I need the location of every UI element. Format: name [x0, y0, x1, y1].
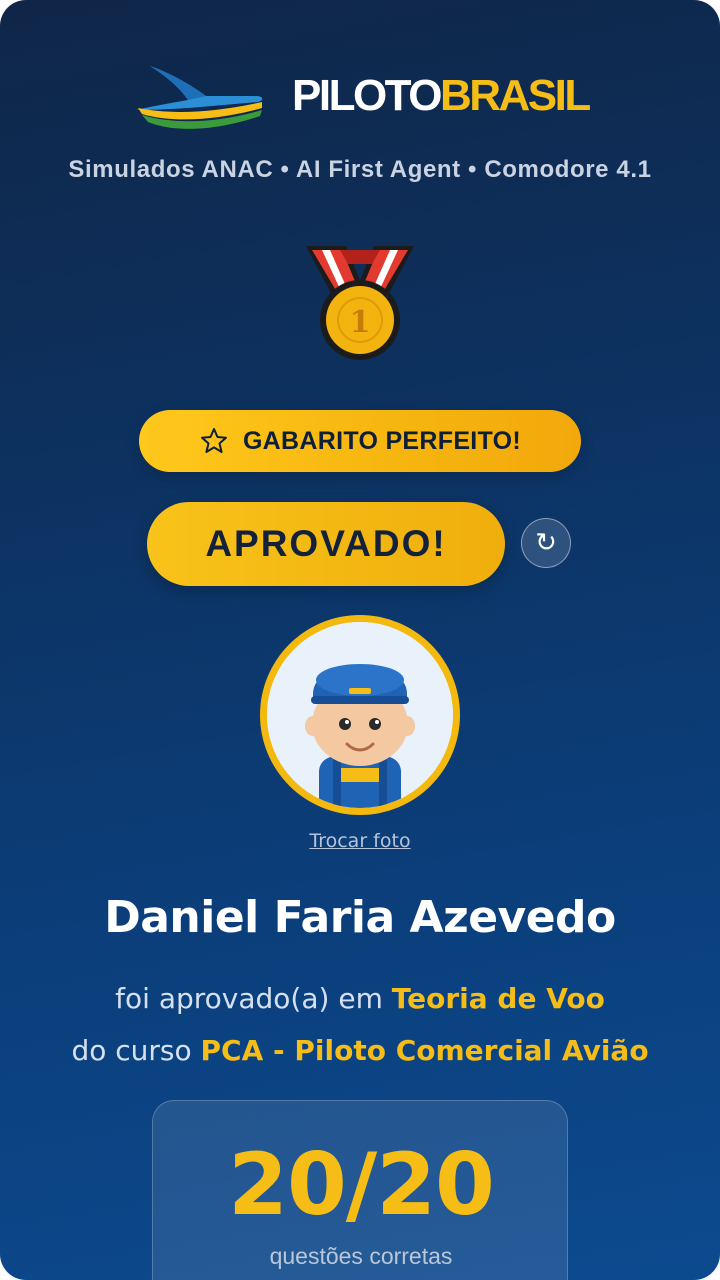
score-panel: 20/20 questões corretas: [152, 1100, 568, 1280]
brand-logo: PILOTOBRASIL: [0, 58, 720, 134]
approval-subject: Teoria de Voo: [391, 982, 605, 1015]
avatar[interactable]: [260, 615, 460, 815]
approval-course-line: do curso PCA - Piloto Comercial Avião: [20, 1032, 700, 1070]
medal-rank: 1: [350, 305, 371, 340]
page-subtitle: Simulados ANAC • AI First Agent • Comodo…: [68, 156, 652, 183]
approval-prefix: foi aprovado(a) em: [115, 982, 383, 1015]
brand-name-part2: BRASIL: [439, 71, 591, 120]
change-photo-link[interactable]: Trocar foto: [260, 830, 460, 852]
plane-logo-icon: [136, 66, 263, 129]
perfect-score-label: GABARITO PERFEITO!: [242, 426, 522, 455]
course-name: PCA - Piloto Comercial Avião: [200, 1034, 649, 1067]
pilot-avatar-icon: [267, 622, 453, 808]
approval-subject-line: foi aprovado(a) em Teoria de Voo: [20, 980, 700, 1018]
first-place-medal-icon: 1: [306, 246, 414, 360]
certificate-card: PILOTOBRASIL Simulados ANAC • AI First A…: [0, 0, 720, 1280]
student-name: Daniel Faria Azevedo: [104, 892, 616, 943]
avatar-image: [267, 622, 453, 808]
refresh-icon[interactable]: ↻: [521, 518, 571, 568]
score-value: 20/20: [228, 1135, 495, 1235]
approved-button[interactable]: APROVADO!: [147, 502, 505, 586]
brand-name-part1: PILOTO: [292, 71, 442, 120]
star-icon: [200, 428, 227, 453]
course-prefix: do curso: [71, 1034, 192, 1067]
perfect-score-badge: GABARITO PERFEITO!: [139, 410, 581, 472]
brand-name: PILOTOBRASIL: [292, 70, 591, 122]
score-label: questões corretas: [269, 1243, 453, 1269]
